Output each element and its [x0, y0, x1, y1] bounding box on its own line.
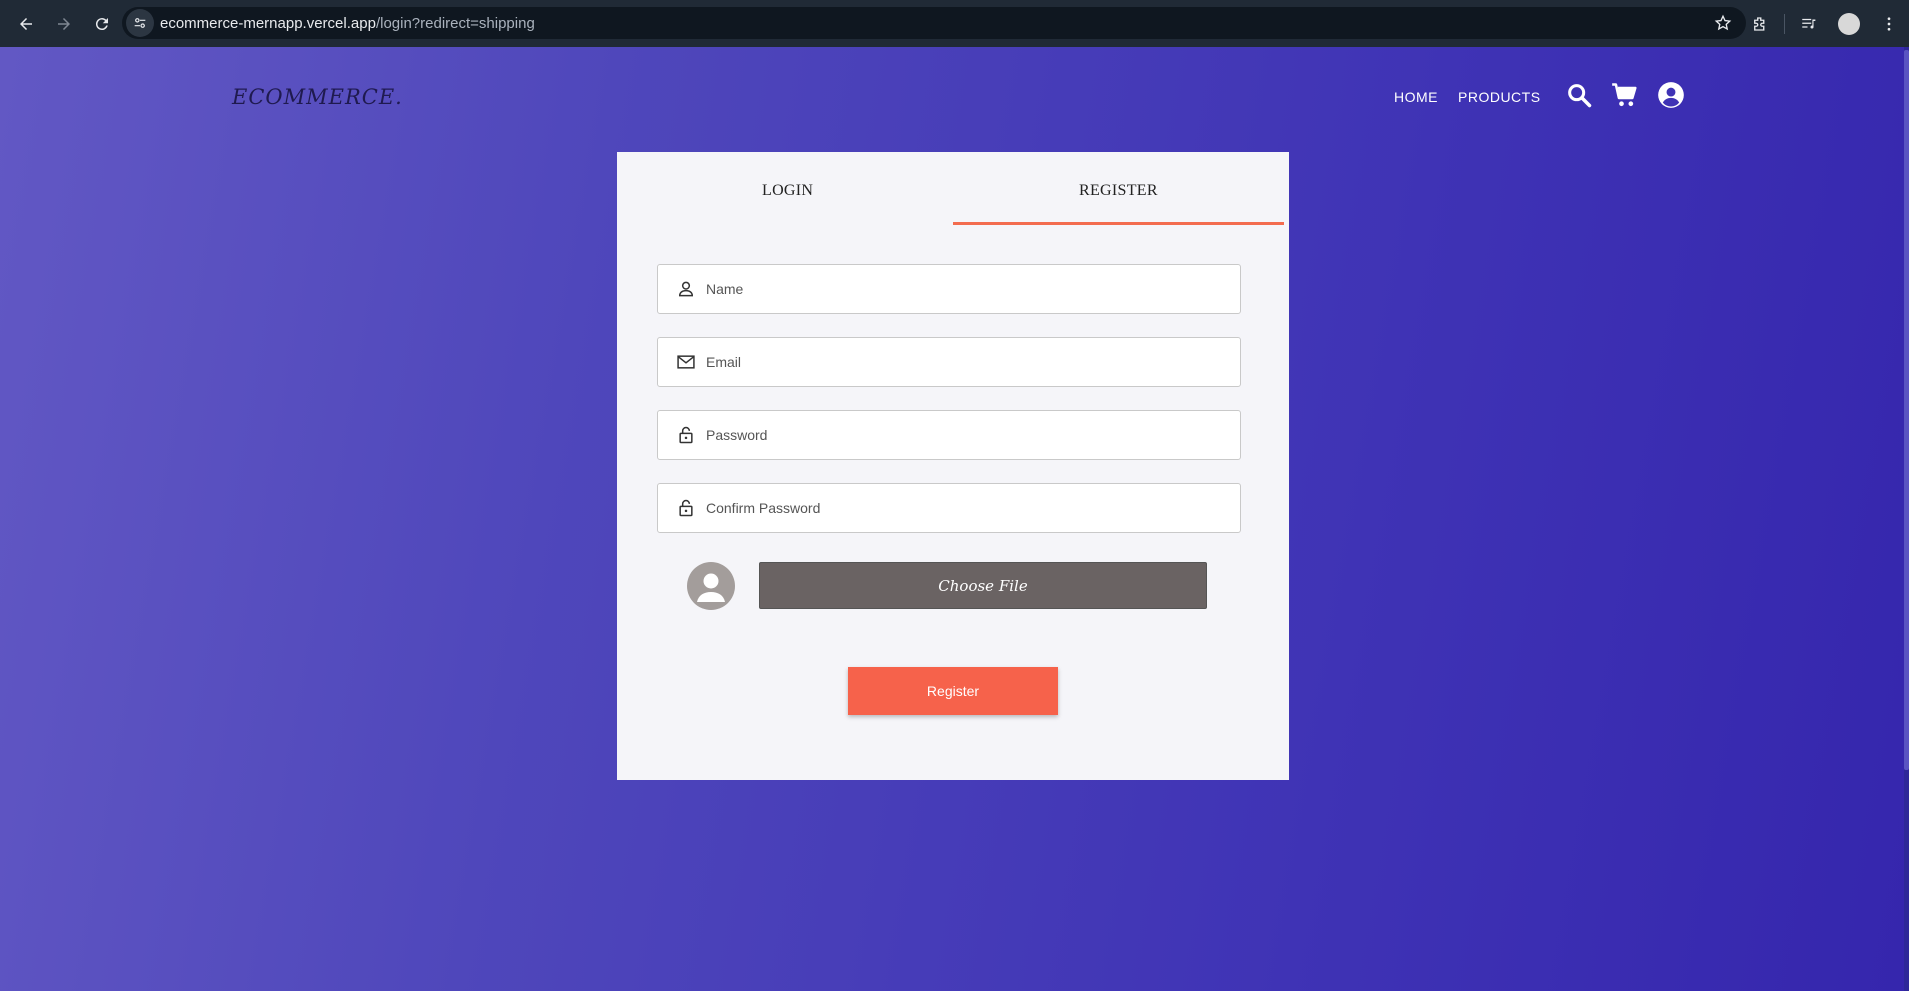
forward-icon[interactable]	[46, 6, 82, 42]
confirm-password-field	[657, 483, 1241, 533]
mail-icon	[676, 352, 696, 372]
toolbar-divider	[1784, 13, 1785, 34]
auth-card: LOGIN REGISTER Name Email Choose File Re…	[617, 152, 1289, 780]
password-input[interactable]	[706, 427, 1226, 443]
choose-file-button[interactable]: Choose File	[759, 562, 1207, 609]
media-control-icon[interactable]	[1789, 4, 1829, 44]
bookmark-star-icon[interactable]	[1714, 14, 1732, 32]
tab-register[interactable]: REGISTER	[1079, 182, 1158, 200]
email-field	[657, 337, 1241, 387]
menu-kebab-icon[interactable]	[1869, 4, 1909, 44]
scrollbar-thumb[interactable]	[1904, 50, 1909, 770]
name-input[interactable]	[706, 281, 1226, 297]
profile-image	[1838, 12, 1860, 35]
back-icon[interactable]	[8, 6, 44, 42]
profile-avatar[interactable]	[1829, 4, 1869, 44]
user-account-icon[interactable]	[1656, 80, 1686, 110]
nav-icon-group	[1564, 80, 1686, 110]
url-path: /login?redirect=shipping	[375, 14, 535, 32]
url-host: ecommerce-mernapp.vercel.app	[160, 14, 376, 32]
avatar-preview	[687, 562, 735, 610]
name-field	[657, 264, 1241, 314]
search-icon[interactable]	[1564, 80, 1594, 110]
default-avatar-icon	[697, 573, 725, 602]
tab-login[interactable]: LOGIN	[762, 182, 813, 200]
page-background: ECOMMERCE. HOME PRODUCTS LOGIN REGISTER	[0, 47, 1904, 991]
top-nav: HOME PRODUCTS	[1394, 89, 1541, 105]
site-info-icon[interactable]	[126, 9, 154, 37]
site-logo[interactable]: ECOMMERCE.	[232, 85, 403, 109]
auth-tabs: LOGIN REGISTER	[617, 152, 1289, 232]
browser-toolbar: ecommerce-mernapp.vercel.app/login?redir…	[0, 0, 1909, 47]
active-tab-indicator	[953, 222, 1284, 225]
lock-open-icon	[676, 498, 696, 518]
extensions-icon[interactable]	[1740, 4, 1780, 44]
address-bar[interactable]: ecommerce-mernapp.vercel.app/login?redir…	[122, 7, 1746, 39]
avatar-upload-row: Choose File	[657, 560, 1241, 610]
lock-open-icon	[676, 425, 696, 445]
password-field	[657, 410, 1241, 460]
cart-icon[interactable]	[1610, 80, 1640, 110]
url-text: ecommerce-mernapp.vercel.app/login?redir…	[160, 15, 535, 32]
reload-icon[interactable]	[84, 6, 120, 42]
confirm-password-input[interactable]	[706, 500, 1226, 516]
email-input[interactable]	[706, 354, 1226, 370]
register-button[interactable]: Register	[848, 667, 1058, 715]
nav-home-link[interactable]: HOME	[1394, 89, 1438, 105]
person-icon	[676, 279, 696, 299]
nav-products-link[interactable]: PRODUCTS	[1458, 89, 1541, 105]
